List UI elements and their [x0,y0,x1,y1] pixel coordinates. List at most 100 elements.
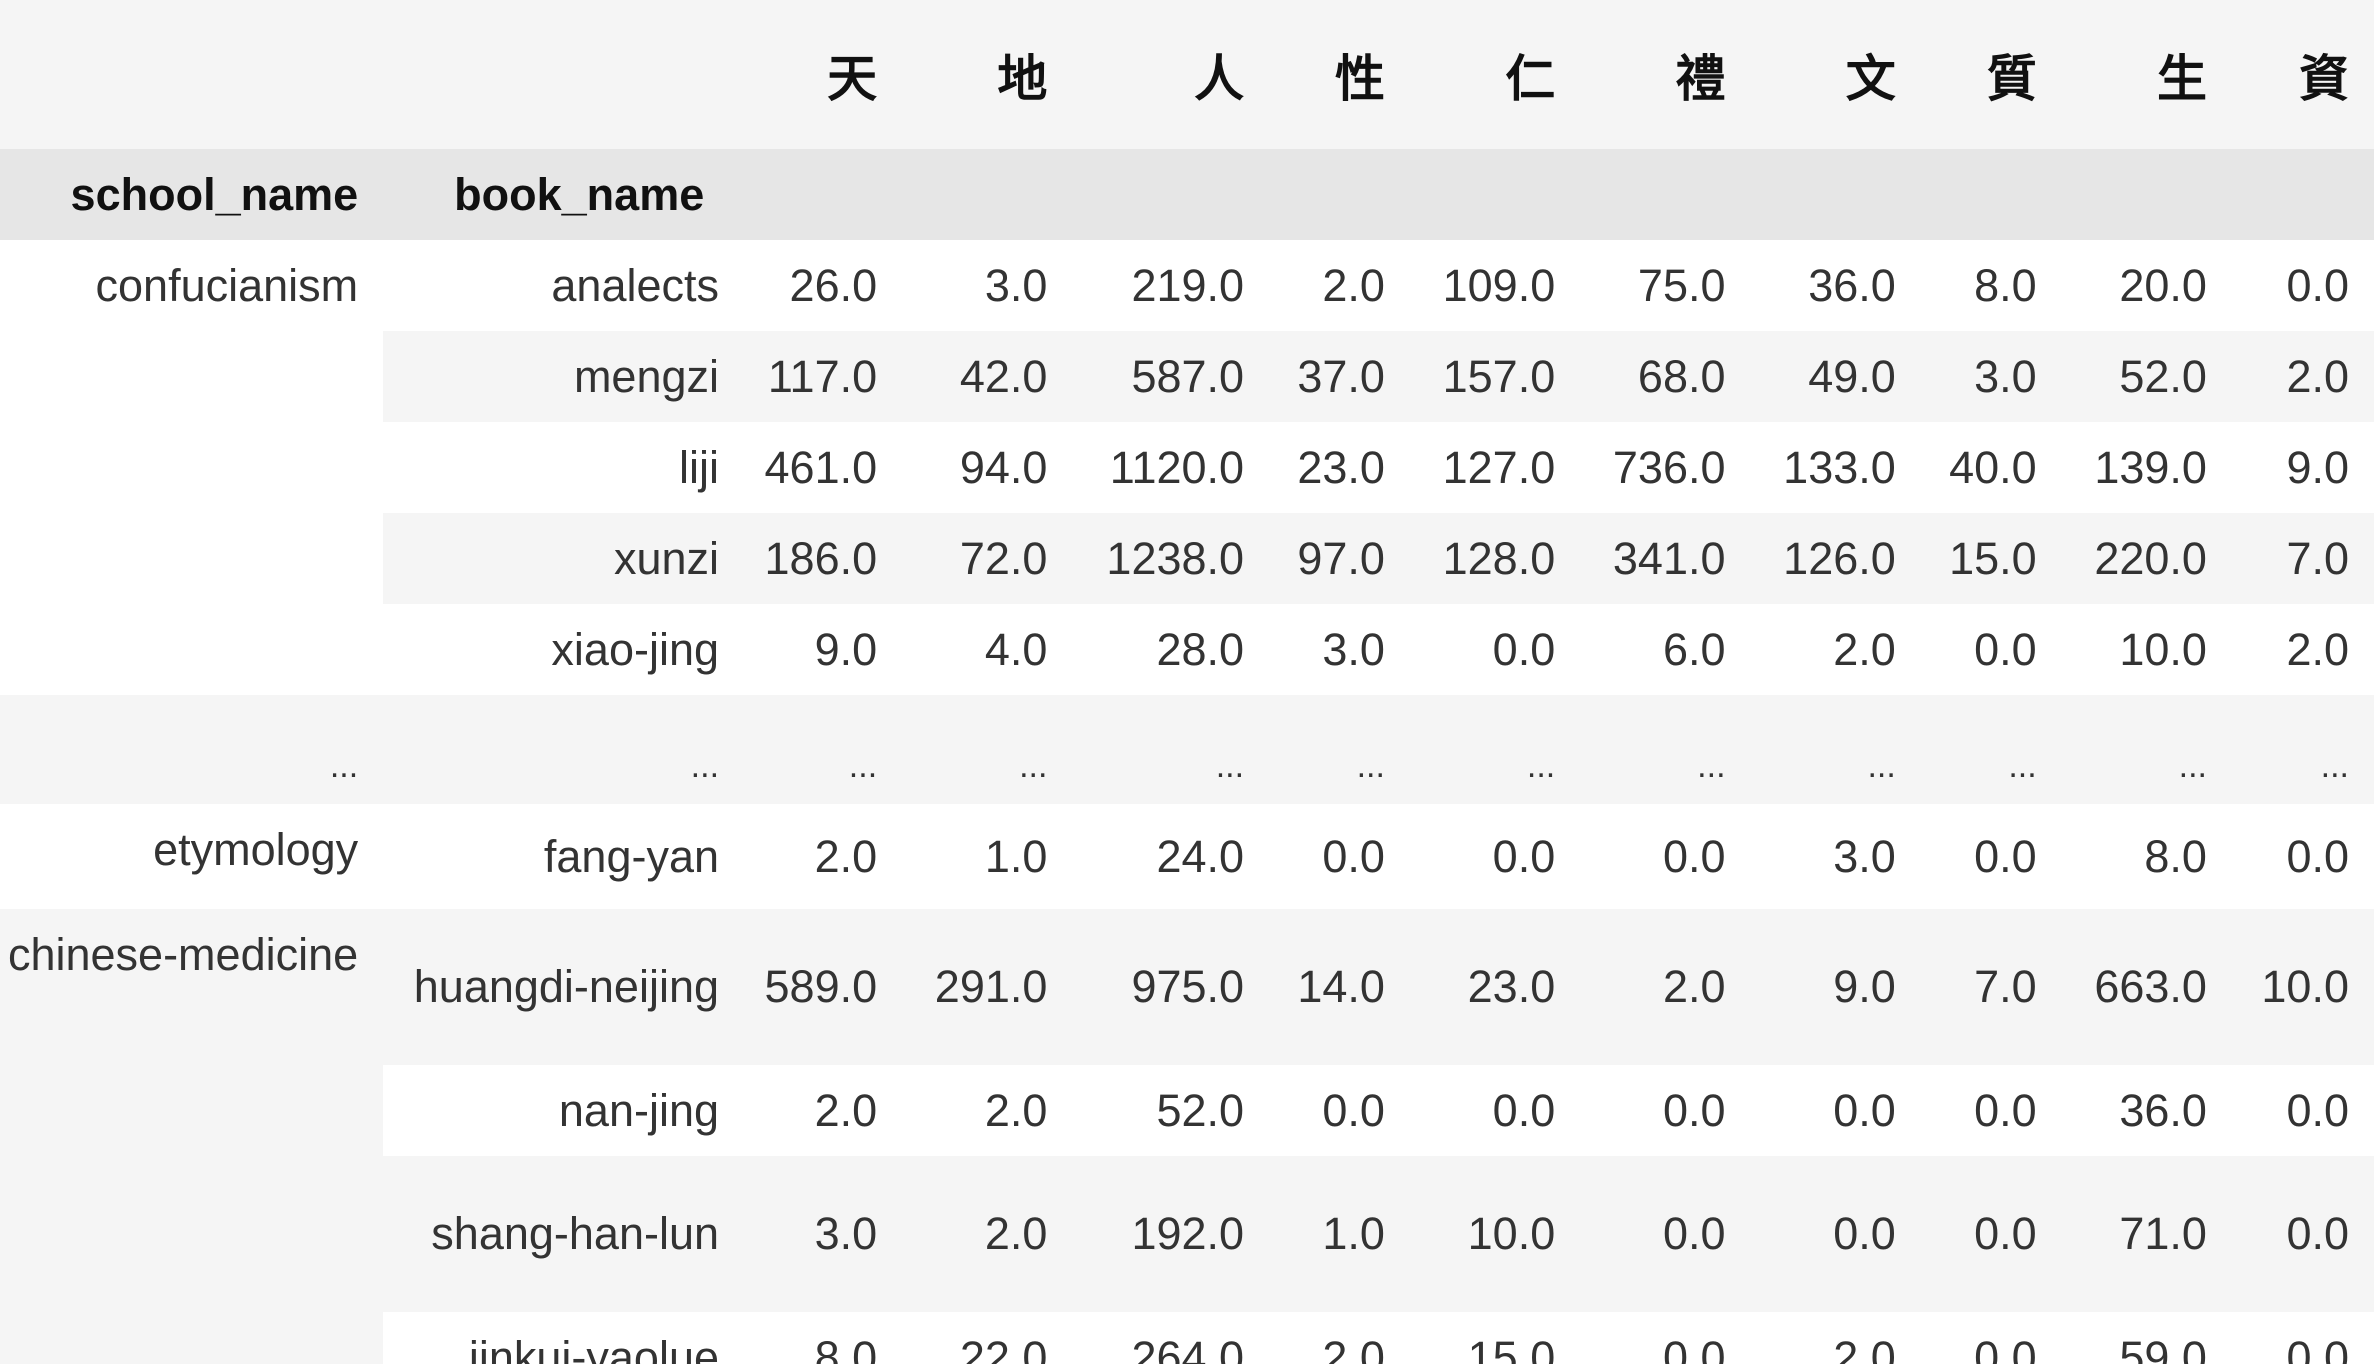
table-cell: 2.0 [1269,1312,1410,1364]
column-header: 生 [2061,0,2232,149]
table-cell: 10.0 [1409,1156,1581,1312]
index-name-filler [1580,149,1751,240]
table-cell: 9.0 [1750,909,1921,1065]
table-cell: 1.0 [902,804,1073,909]
table-cell: 3.0 [902,240,1073,331]
table-cell: 117.0 [744,331,903,422]
table-cell: 23.0 [1269,422,1410,513]
table-cell: 2.0 [2231,604,2374,695]
ellipsis-cell: ... [902,695,1073,804]
column-header: 性 [1269,0,1410,149]
index-name-book: book_name [383,149,745,240]
book-label: jinkui-yaolue [383,1312,745,1364]
table-cell: 2.0 [1750,1312,1921,1364]
ellipsis-cell: ... [383,695,745,804]
table-cell: 589.0 [744,909,903,1065]
school-label: chinese-medicine [0,909,384,1364]
table-cell: 0.0 [2231,1065,2374,1156]
table-cell: 0.0 [1580,1156,1751,1312]
table-cell: 461.0 [744,422,903,513]
ellipsis-cell: ... [1920,695,2062,804]
index-name-filler [1269,149,1410,240]
book-label: analects [383,240,745,331]
ellipsis-cell: ... [1750,695,1921,804]
table-cell: 10.0 [2061,604,2232,695]
table-cell: 2.0 [744,804,903,909]
table-cell: 1238.0 [1072,513,1270,604]
column-header: 天 [744,0,903,149]
index-name-filler [2231,149,2374,240]
header-blank [0,0,384,149]
table-cell: 72.0 [902,513,1073,604]
index-name-filler [2061,149,2232,240]
index-name-school: school_name [0,149,384,240]
table-cell: 8.0 [2061,804,2232,909]
table-cell: 36.0 [2061,1065,2232,1156]
table-cell: 0.0 [1750,1065,1921,1156]
table-cell: 341.0 [1580,513,1751,604]
column-header: 仁 [1409,0,1581,149]
ellipsis-cell: ... [1269,695,1410,804]
book-label: xunzi [383,513,745,604]
ellipsis-cell: ... [744,695,903,804]
table-cell: 0.0 [1580,804,1751,909]
table-cell: 9.0 [2231,422,2374,513]
table-cell: 157.0 [1409,331,1581,422]
table-cell: 0.0 [1920,1065,2062,1156]
table-row: etymology fang-yan 2.0 1.0 24.0 0.0 0.0 … [0,804,2374,909]
ellipsis-cell: ... [0,695,384,804]
table-cell: 3.0 [1920,331,2062,422]
table-cell: 94.0 [902,422,1073,513]
index-name-filler [1920,149,2062,240]
table-cell: 8.0 [744,1312,903,1364]
table-cell: 2.0 [1269,240,1410,331]
table-cell: 26.0 [744,240,903,331]
table-cell: 8.0 [1920,240,2062,331]
table-cell: 9.0 [744,604,903,695]
table-cell: 2.0 [1580,909,1751,1065]
table-cell: 28.0 [1072,604,1270,695]
table-cell: 97.0 [1269,513,1410,604]
table-cell: 3.0 [1269,604,1410,695]
table-row: chinese-medicine huangdi-neijing 589.0 2… [0,909,2374,1364]
column-header: 禮 [1580,0,1751,149]
table-cell: 22.0 [902,1312,1073,1364]
table-cell: 109.0 [1409,240,1581,331]
index-name-filler [1750,149,1921,240]
table-cell: 0.0 [1920,1156,2062,1312]
table-cell: 0.0 [1269,804,1410,909]
table-cell: 3.0 [744,1156,903,1312]
table-cell: 0.0 [2231,804,2374,909]
table-cell: 0.0 [2231,240,2374,331]
book-label: huangdi-neijing [383,909,745,1065]
table-cell: 59.0 [2061,1312,2232,1364]
table-cell: 2.0 [744,1065,903,1156]
table-cell: 52.0 [2061,331,2232,422]
table-cell: 133.0 [1750,422,1921,513]
table-cell: 139.0 [2061,422,2232,513]
table-cell: 975.0 [1072,909,1270,1065]
table-cell: 0.0 [2231,1312,2374,1364]
book-label: mengzi [383,331,745,422]
table-cell: 10.0 [2231,909,2374,1065]
book-label: xiao-jing [383,604,745,695]
table-cell: 736.0 [1580,422,1751,513]
table-cell: 663.0 [2061,909,2232,1065]
table-cell: 0.0 [1580,1312,1751,1364]
table-cell: 24.0 [1072,804,1270,909]
dataframe-output: 天 地 人 性 仁 禮 文 質 生 資 school_name book_nam… [0,0,2374,1364]
table-cell: 52.0 [1072,1065,1270,1156]
table-cell: 37.0 [1269,331,1410,422]
ellipsis-cell: ... [2231,695,2374,804]
table-cell: 40.0 [1920,422,2062,513]
school-label: confucianism [0,240,384,695]
table-cell: 2.0 [2231,331,2374,422]
table-cell: 127.0 [1409,422,1581,513]
table-cell: 3.0 [1750,804,1921,909]
ellipsis-cell: ... [1409,695,1581,804]
table-cell: 23.0 [1409,909,1581,1065]
table-cell: 42.0 [902,331,1073,422]
table-cell: 1120.0 [1072,422,1270,513]
school-label: etymology [0,804,384,909]
table-cell: 128.0 [1409,513,1581,604]
